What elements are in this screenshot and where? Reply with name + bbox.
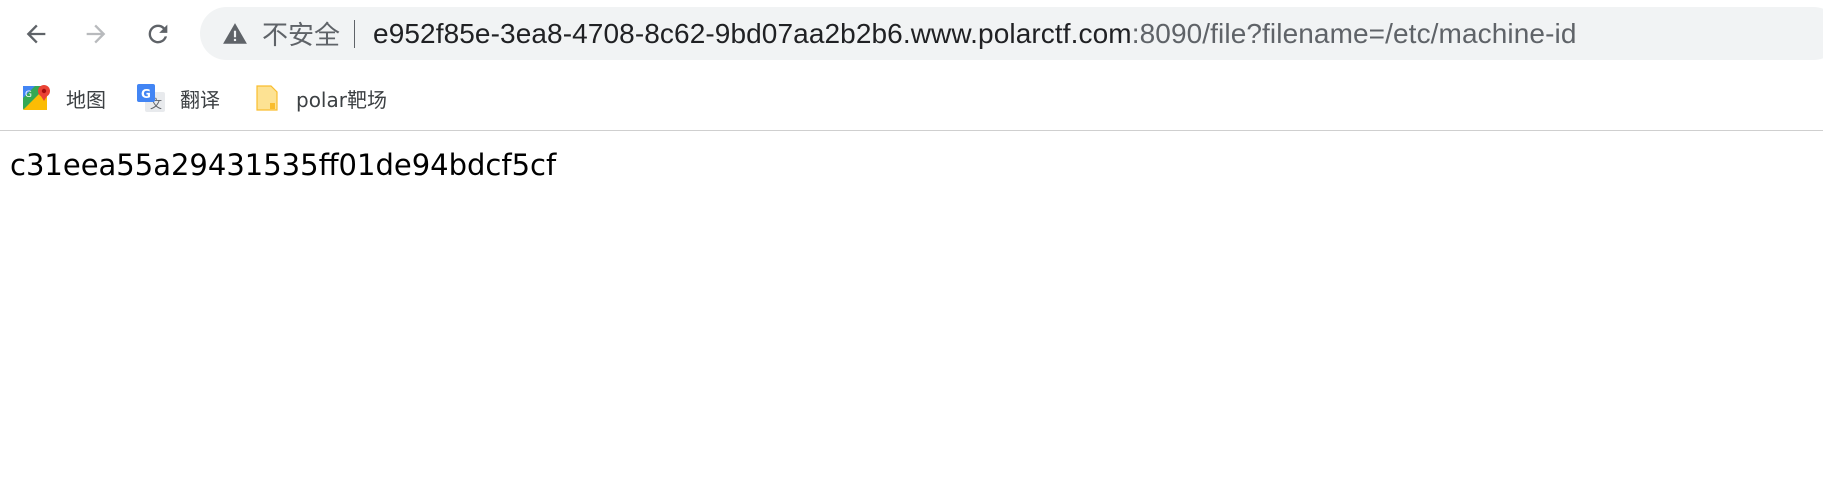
address-bar[interactable]: 不安全 e952f85e-3ea8-4708-8c62-9bd07aa2b2b6… bbox=[200, 7, 1823, 60]
url-text[interactable]: e952f85e-3ea8-4708-8c62-9bd07aa2b2b6.www… bbox=[373, 18, 1576, 50]
url-path: :8090/file?filename=/etc/machine-id bbox=[1131, 17, 1577, 49]
back-button[interactable] bbox=[14, 12, 58, 56]
bookmark-folder-polar[interactable]: polar靶场 bbox=[252, 80, 387, 116]
bookmark-maps[interactable]: G 地图 bbox=[22, 80, 106, 116]
page-content-text: c31eea55a29431535ff01de94bdcf5cf bbox=[10, 148, 557, 182]
reload-icon bbox=[148, 24, 168, 44]
warning-triangle-icon[interactable] bbox=[222, 21, 248, 47]
url-host: e952f85e-3ea8-4708-8c62-9bd07aa2b2b6.www… bbox=[373, 17, 1132, 49]
url-separator bbox=[354, 19, 356, 48]
forward-button[interactable] bbox=[74, 12, 118, 56]
google-maps-icon: G bbox=[22, 83, 52, 113]
bookmark-label: 翻译 bbox=[180, 87, 220, 112]
bookmark-label: polar靶场 bbox=[296, 87, 387, 112]
svg-text:G: G bbox=[141, 87, 151, 101]
bookmark-label: 地图 bbox=[66, 87, 106, 112]
folder-icon bbox=[252, 83, 282, 113]
google-translate-icon: 文 G bbox=[136, 83, 166, 113]
bookmarks-bar: G 地图 文 G 翻译 polar靶场 bbox=[0, 68, 1823, 131]
reload-button[interactable] bbox=[136, 12, 180, 56]
security-status-label[interactable]: 不安全 bbox=[262, 15, 340, 52]
browser-toolbar: 不安全 e952f85e-3ea8-4708-8c62-9bd07aa2b2b6… bbox=[0, 0, 1823, 68]
arrow-right-icon bbox=[86, 24, 106, 44]
bookmark-translate[interactable]: 文 G 翻译 bbox=[136, 80, 220, 116]
arrow-left-icon bbox=[26, 24, 46, 44]
svg-text:G: G bbox=[25, 90, 32, 100]
